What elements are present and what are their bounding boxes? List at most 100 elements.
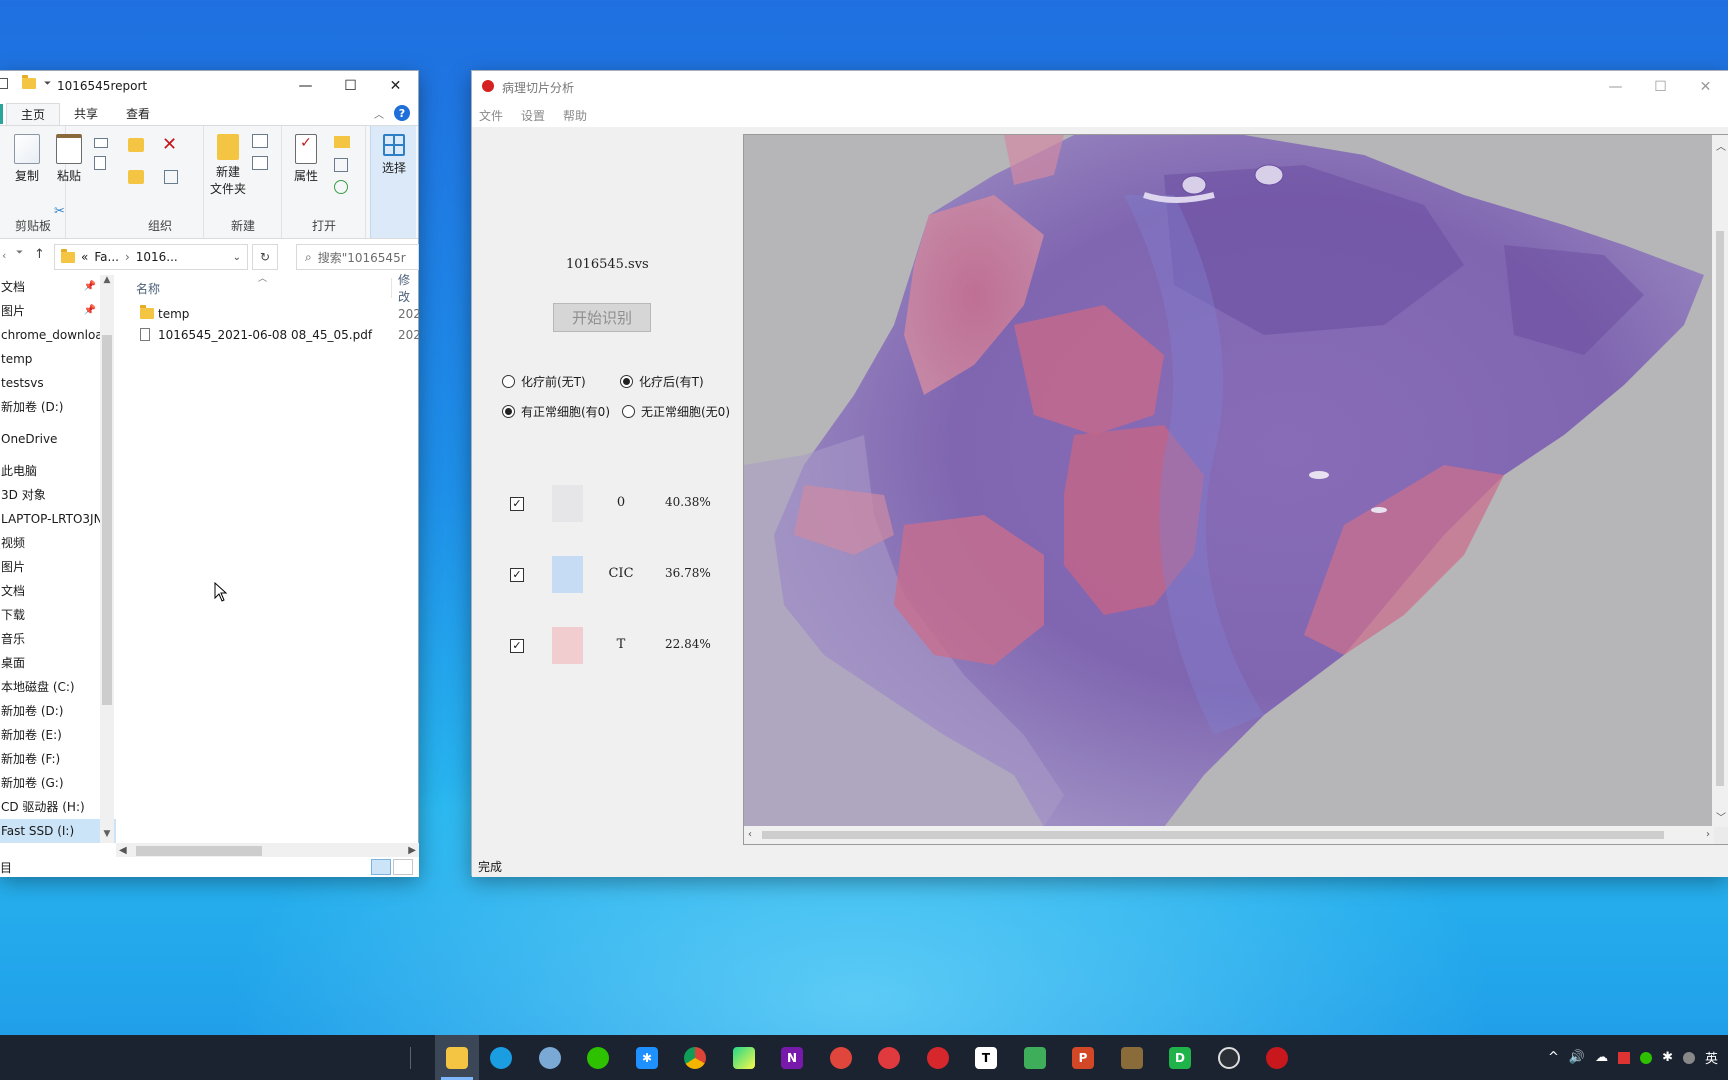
open-icon[interactable] — [334, 136, 350, 148]
breadcrumb-2[interactable]: 1016... — [136, 250, 178, 264]
nav-item-drive-h[interactable]: CD 驱动器 (H:) — [0, 795, 116, 819]
wechat-tray-icon[interactable] — [1640, 1051, 1653, 1064]
quick-access-toolbar[interactable]: ⏷ — [0, 75, 51, 89]
nav-item-downloads[interactable]: 下载 — [0, 603, 116, 627]
back-arrow-icon[interactable]: ‹ — [2, 249, 6, 262]
properties-button[interactable]: ✓ 属性 — [292, 134, 320, 184]
easy-access-icon[interactable] — [252, 156, 268, 170]
rename-icon[interactable] — [164, 170, 178, 184]
file-row-pdf[interactable]: 1016545_2021-06-08 08_45_05.pdf 202 — [116, 324, 421, 345]
scroll-down-icon[interactable]: ﹀ — [1716, 809, 1726, 824]
recent-locations-icon[interactable]: ⏷ — [16, 248, 23, 258]
tab-share[interactable]: 共享 — [60, 103, 112, 125]
taskbar-powerpoint-icon[interactable]: P — [1068, 1043, 1098, 1073]
nav-item-drive-g[interactable]: 新加卷 (G:) — [0, 771, 116, 795]
history-icon[interactable] — [334, 180, 348, 194]
nav-item-drive-f[interactable]: 新加卷 (F:) — [0, 747, 116, 771]
nav-item-temp[interactable]: temp — [0, 347, 116, 371]
nav-item-3d-objects[interactable]: 3D 对象 — [0, 483, 116, 507]
pathology-analysis-window[interactable]: 病理切片分析 — ☐ ✕ 文件 设置 帮助 1016545.svs 开始识别 化… — [471, 70, 1728, 877]
nav-item-documents[interactable]: 文档 — [0, 579, 116, 603]
taskbar-app-d-icon[interactable]: D — [1165, 1043, 1195, 1073]
nav-item-volume-d-quick[interactable]: 新加卷 (D:) — [0, 395, 116, 419]
tab-view[interactable]: 查看 — [112, 103, 164, 125]
taskbar-app-circle-icon[interactable] — [1214, 1043, 1244, 1073]
scroll-right-icon[interactable]: › — [1706, 829, 1710, 840]
taskbar-netease-1-icon[interactable] — [874, 1043, 904, 1073]
taskbar-game-icon[interactable] — [1117, 1043, 1147, 1073]
radio-has-normal-cells[interactable]: 有正常细胞(有0) — [502, 403, 610, 420]
taskbar-netease-2-icon[interactable] — [923, 1043, 953, 1073]
new-item-icon[interactable] — [252, 134, 268, 148]
search-input[interactable]: ⌕ 搜索"1016545r — [296, 244, 419, 270]
viewer-vscroll-thumb[interactable] — [1716, 231, 1724, 786]
paste-shortcut-icon[interactable] — [94, 156, 106, 170]
properties-small-icon[interactable] — [0, 78, 8, 89]
legend-checkbox[interactable]: ✓ — [510, 568, 524, 582]
address-dropdown-icon[interactable]: ⌄ — [233, 252, 241, 263]
bluetooth-icon[interactable]: ✱ — [1662, 1050, 1673, 1065]
scroll-right-icon[interactable]: ▶ — [408, 845, 416, 856]
nav-item-pictures[interactable]: 图片 — [0, 555, 116, 579]
scroll-up-icon[interactable]: ︿ — [1716, 138, 1726, 153]
scroll-down-icon[interactable]: ▼ — [100, 829, 114, 843]
radio-no-normal-cells[interactable]: 无正常细胞(无0) — [622, 403, 730, 420]
explorer-titlebar[interactable]: ⏷ 1016545report — ☐ ✕ — [0, 71, 418, 101]
file-row-folder[interactable]: temp 202 — [116, 303, 421, 324]
volume-icon[interactable]: 🔊 — [1569, 1050, 1585, 1065]
taskbar-chrome-dev-icon[interactable] — [535, 1043, 565, 1073]
copy-path-icon[interactable] — [94, 138, 108, 148]
nav-scrollbar[interactable]: ▲ ▼ — [100, 275, 114, 843]
nav-scrollbar-thumb[interactable] — [102, 335, 112, 705]
slide-image[interactable] — [744, 135, 1714, 827]
menu-file[interactable]: 文件 — [479, 107, 503, 124]
copy-to-icon[interactable] — [128, 170, 144, 184]
taskbar-pycharm-icon[interactable] — [729, 1043, 759, 1073]
close-button[interactable]: ✕ — [373, 71, 418, 101]
taskbar-onenote-icon[interactable]: N — [777, 1043, 807, 1073]
address-bar[interactable]: « Fa... › 1016... ⌄ — [54, 244, 248, 270]
scroll-left-icon[interactable]: ‹ — [748, 829, 752, 840]
taskbar-app-red-icon[interactable] — [826, 1043, 856, 1073]
minimize-button[interactable]: — — [283, 71, 328, 101]
file-explorer-window[interactable]: ⏷ 1016545report — ☐ ✕ 主页 共享 查看 ︿ ? 复制 粘贴… — [0, 70, 421, 877]
scroll-left-icon[interactable]: ◀ — [119, 845, 127, 856]
column-modified[interactable]: 修改 — [398, 271, 419, 305]
onedrive-icon[interactable]: ☁ — [1595, 1050, 1608, 1065]
nav-item-drive-e[interactable]: 新加卷 (E:) — [0, 723, 116, 747]
copy-button[interactable]: 复制 — [14, 134, 40, 184]
nav-item-chrome-downloads[interactable]: chrome_downloa — [0, 323, 116, 347]
tray-app-2-icon[interactable] — [1682, 1051, 1695, 1064]
new-folder-button[interactable]: 新建 文件夹 — [210, 134, 246, 197]
nav-item-drive-i[interactable]: Fast SSD (I:) — [0, 819, 116, 843]
nav-item-drive-d[interactable]: 新加卷 (D:) — [0, 699, 116, 723]
viewer-horizontal-scrollbar[interactable]: ‹ › — [744, 826, 1714, 844]
nav-item-videos[interactable]: 视频 — [0, 531, 116, 555]
input-language[interactable]: 英 — [1705, 1048, 1718, 1067]
scroll-up-icon[interactable]: ▲ — [100, 275, 114, 289]
viewer-hscroll-thumb[interactable] — [762, 831, 1664, 839]
nav-item-drive-c[interactable]: 本地磁盘 (C:) — [0, 675, 116, 699]
taskbar-app-blue-icon[interactable]: ✱ — [632, 1043, 662, 1073]
maximize-button[interactable]: ☐ — [1638, 71, 1683, 103]
file-list-hscrollbar-thumb[interactable] — [136, 846, 262, 856]
tab-home[interactable]: 主页 — [6, 103, 61, 125]
delete-icon[interactable]: ✕ — [162, 134, 177, 155]
tray-app-icon[interactable] — [1618, 1051, 1631, 1064]
select-button[interactable]: 选择 — [381, 134, 407, 176]
viewer-vertical-scrollbar[interactable]: ︿ ﹀ — [1712, 135, 1728, 827]
collapse-ribbon-icon[interactable]: ︿ — [374, 106, 384, 121]
slide-viewer[interactable]: ︿ ﹀ ‹ › — [743, 134, 1728, 845]
nav-item-music[interactable]: 音乐 — [0, 627, 116, 651]
nav-item-desktop[interactable]: 桌面 — [0, 651, 116, 675]
taskbar-typora-icon[interactable]: T — [971, 1043, 1001, 1073]
edit-icon[interactable] — [334, 158, 348, 172]
help-icon[interactable]: ? — [394, 105, 410, 121]
close-button[interactable]: ✕ — [1683, 71, 1728, 103]
pathology-titlebar[interactable]: 病理切片分析 — ☐ ✕ — [472, 71, 1728, 103]
nav-item-this-pc[interactable]: 此电脑 — [0, 459, 116, 483]
move-to-icon[interactable] — [128, 138, 144, 152]
taskbar-app-red-2-icon[interactable] — [1262, 1043, 1292, 1073]
details-view-icon[interactable] — [371, 859, 391, 875]
up-arrow-icon[interactable]: ↑ — [34, 247, 45, 262]
